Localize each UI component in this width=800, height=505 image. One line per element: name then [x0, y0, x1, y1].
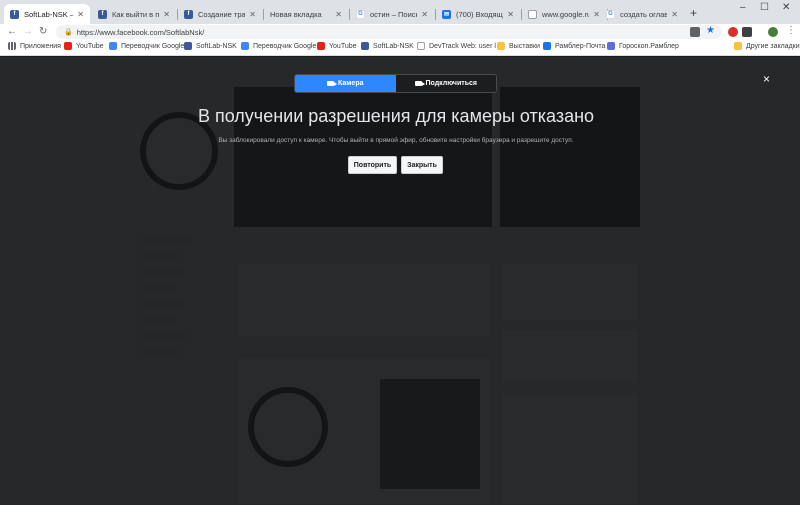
bookmark-label: YouTube — [329, 42, 357, 50]
tab-title: (700) Входящие – — [456, 9, 503, 19]
tab-title: создать оглавление — [620, 9, 668, 19]
menu-icon[interactable]: ⋮ — [786, 25, 796, 36]
close-icon[interactable]: ✕ — [77, 10, 84, 19]
bookmark-label: SoftLab-NSK — [196, 42, 237, 50]
lock-icon: 🔒 — [64, 29, 73, 36]
bookmark-translate-2[interactable]: Переводчик Google — [241, 42, 316, 50]
youtube-icon — [317, 42, 325, 50]
mail-icon — [543, 42, 551, 50]
permission-denied-title: В получении разрешения для камеры отказа… — [197, 106, 595, 126]
tab-title: Как выйти в прямой эфир — [112, 9, 160, 19]
tab-title: SoftLab-NSK – Главная — [24, 9, 73, 19]
camera-blocked-icon[interactable] — [690, 27, 700, 37]
close-icon[interactable]: ✕ — [593, 10, 600, 19]
bookmark-label: Выставки — [509, 42, 540, 50]
bookmark-exhibitions[interactable]: Выставки — [497, 42, 540, 50]
live-source-switcher: Камера Подключиться — [294, 74, 497, 93]
tab-title: остин – Поиск в Google — [370, 9, 418, 19]
adblock-extension-icon[interactable] — [728, 27, 738, 37]
back-button[interactable]: ← — [7, 25, 17, 39]
close-icon[interactable]: ✕ — [249, 10, 256, 19]
youtube-icon — [64, 42, 72, 50]
close-window-button[interactable]: ✕ — [782, 2, 790, 13]
bookmark-horoscope[interactable]: Гороскоп.Рамблер — [607, 42, 679, 50]
close-icon[interactable]: ✕ — [335, 10, 342, 19]
close-icon[interactable]: ✕ — [163, 10, 170, 19]
document-icon — [417, 42, 425, 50]
facebook-icon — [361, 42, 369, 50]
bookmark-rambler-mail[interactable]: Рамблер-Почта — [543, 42, 605, 50]
google-icon: G — [356, 9, 365, 19]
profile-avatar[interactable] — [768, 27, 778, 37]
maximize-button[interactable]: ☐ — [760, 2, 769, 13]
tab-live-howto[interactable]: f Как выйти в прямой эфир ✕ — [92, 4, 176, 24]
close-icon[interactable]: ✕ — [421, 10, 428, 19]
mail-icon: ✉ — [442, 9, 451, 19]
extension-icon[interactable] — [742, 27, 752, 37]
softlab-icon — [184, 42, 192, 50]
bookmark-label: Переводчик Google — [121, 42, 185, 50]
bookmark-softlab[interactable]: SoftLab-NSK — [184, 42, 237, 50]
tab-google-ru[interactable]: www.google.ru ✕ — [522, 4, 606, 24]
tab-inbox[interactable]: ✉ (700) Входящие – ✕ — [436, 4, 520, 24]
bookmark-label: Другие закладки — [746, 42, 800, 50]
bookmark-translate[interactable]: Переводчик Google — [109, 42, 184, 50]
bookmark-star-icon[interactable]: ★ — [706, 25, 715, 36]
apps-icon — [8, 42, 16, 50]
tab-title: Новая вкладка — [270, 9, 322, 19]
tab-camera[interactable]: Камера — [295, 75, 396, 92]
address-bar[interactable]: 🔒 https://www.facebook.com/SoftlabNsk/ — [56, 25, 722, 39]
video-camera-icon — [414, 81, 425, 86]
bookmark-devtrack[interactable]: DevTrack Web: user l — [417, 42, 496, 50]
bookmark-label: SoftLab-NSK — [373, 42, 414, 50]
facebook-icon: f — [10, 9, 19, 19]
bookmark-label: Приложения — [20, 42, 61, 50]
bookmark-label: Переводчик Google — [253, 42, 317, 50]
bookmark-youtube[interactable]: YouTube — [64, 42, 104, 50]
retry-button[interactable]: Повторить — [348, 156, 397, 174]
tab-camera-label: Камера — [338, 80, 364, 87]
tab-connect-label: Подключиться — [425, 80, 477, 87]
tab-google-search[interactable]: G остин – Поиск в Google ✕ — [350, 4, 434, 24]
close-icon[interactable]: ✕ — [671, 10, 678, 19]
tab-strip: f SoftLab-NSK – Главная ✕ f Как выйти в … — [0, 0, 800, 24]
bookmark-softlab-fb[interactable]: SoftLab-NSK — [361, 42, 414, 50]
url-text: https://www.facebook.com/SoftlabNsk/ — [76, 27, 205, 37]
tab-title: www.google.ru — [542, 9, 590, 19]
minimize-button[interactable]: – — [740, 2, 746, 13]
tab-title: Создание трансляции — [198, 9, 246, 19]
tab-create-stream[interactable]: f Создание трансляции ✕ — [178, 4, 262, 24]
close-button[interactable]: Закрыть — [401, 156, 443, 174]
translate-icon — [109, 42, 117, 50]
bookmark-label: YouTube — [76, 42, 104, 50]
forward-button[interactable]: → — [23, 25, 33, 39]
close-icon[interactable]: ✕ — [507, 10, 514, 19]
bookmark-label: Гороскоп.Рамблер — [619, 42, 679, 50]
tab-connect[interactable]: Подключиться — [395, 75, 496, 92]
tab-create-toc[interactable]: G создать оглавление ✕ — [600, 4, 684, 24]
video-camera-icon — [327, 81, 337, 86]
google-icon: G — [606, 9, 615, 19]
translate-icon — [241, 42, 249, 50]
new-tab-button[interactable]: + — [690, 6, 697, 20]
bookmark-apps[interactable]: Приложения — [8, 42, 61, 50]
bookmark-youtube-2[interactable]: YouTube — [317, 42, 357, 50]
tab-new-tab[interactable]: Новая вкладка ✕ — [264, 4, 348, 24]
reload-button[interactable]: ↻ — [39, 25, 47, 39]
bookmarks-bar: Приложения YouTube Переводчик Google Sof… — [0, 40, 800, 56]
tab-softlab-home[interactable]: f SoftLab-NSK – Главная ✕ — [4, 4, 90, 24]
permission-denied-message: Вы заблокировали доступ к камере. Чтобы … — [218, 137, 574, 144]
document-icon — [528, 9, 537, 19]
other-bookmarks[interactable]: Другие закладки — [734, 42, 800, 50]
browser-toolbar: ← → ↻ 🔒 https://www.facebook.com/Softlab… — [0, 24, 800, 40]
horoscope-icon — [607, 42, 615, 50]
bookmark-label: DevTrack Web: user l — [429, 42, 496, 50]
close-dialog-button[interactable]: × — [763, 72, 770, 86]
facebook-icon: f — [184, 9, 193, 19]
folder-icon — [734, 42, 742, 50]
bookmark-label: Рамблер-Почта — [555, 42, 606, 50]
facebook-icon: f — [98, 9, 107, 19]
folder-icon — [497, 42, 505, 50]
